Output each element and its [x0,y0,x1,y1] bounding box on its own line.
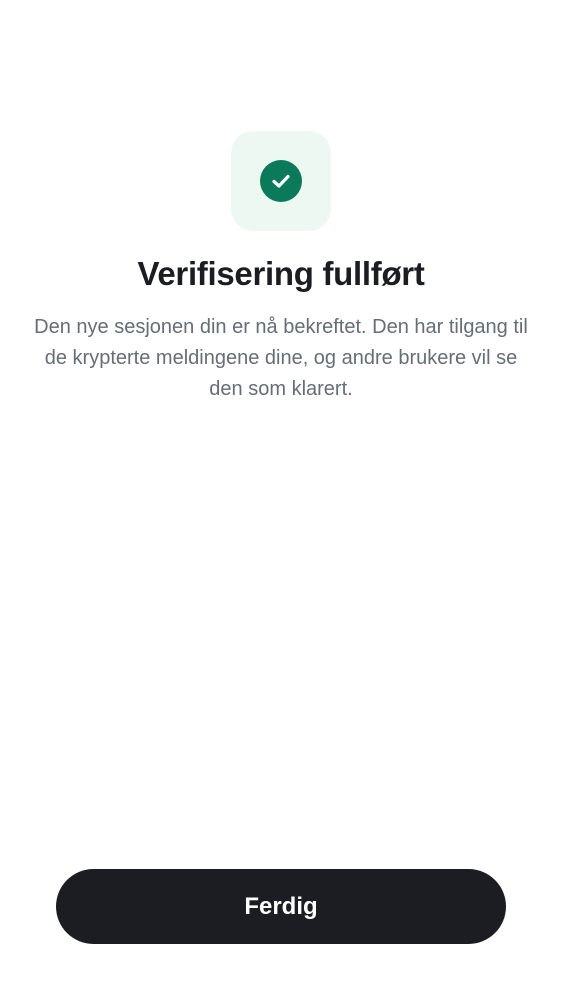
page-title: Verifisering fullført [137,255,425,292]
verification-complete-screen: Verifisering fullført Den nye sesjonen d… [0,0,562,1000]
success-icon-tile [231,131,331,231]
check-circle-icon [260,160,302,202]
checkmark-icon [272,174,290,188]
page-description: Den nye sesjonen din er nå bekreftet. De… [34,316,528,400]
done-button[interactable]: Ferdig [56,869,506,944]
